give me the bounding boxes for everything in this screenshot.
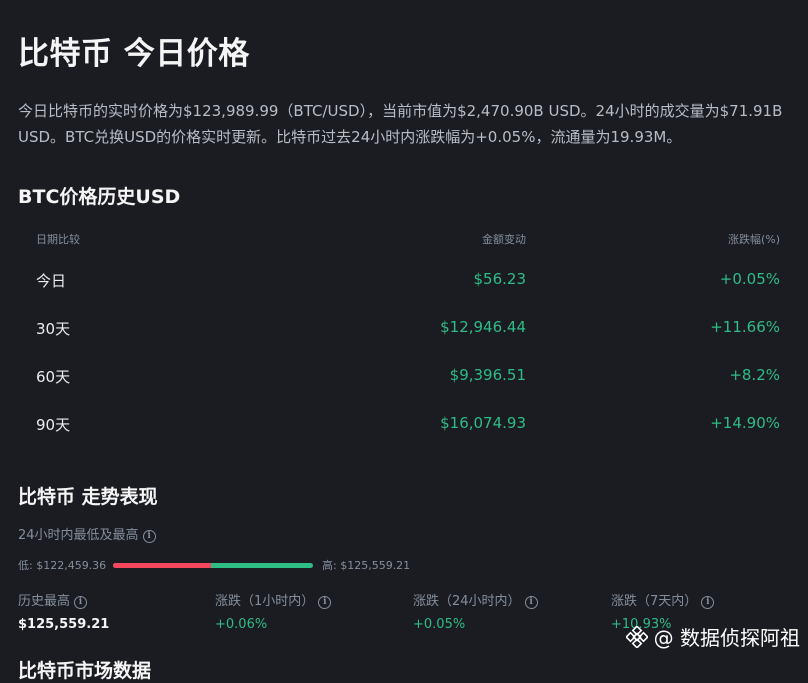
stat-label: 涨跌（7天内） i [611,590,715,609]
stat-all-time-high: 历史最高 i $125,559.21 [18,590,109,632]
row-period: 30天 [36,320,71,338]
stat-label-text: 涨跌（24小时内） [413,594,521,609]
info-icon[interactable]: i [524,596,538,609]
row-amount: $9,396.51 [449,366,526,384]
history-section-title: BTC价格历史USD [18,186,181,208]
stat-change-24h: 涨跌（24小时内） i +0.05% [413,590,538,632]
range-low: 低: $122,459.36 [18,559,107,572]
row-period: 今日 [36,272,67,290]
info-icon[interactable]: i [74,596,88,609]
row-amount: $12,946.44 [440,318,526,336]
market-data-section-title: 比特币市场数据 [18,660,152,682]
row-pct: +14.90% [710,414,780,432]
row-amount: $56.23 [473,270,527,288]
range-label: 24小时内最低及最高 i [18,524,156,543]
table-row: 90天 $16,074.93 +14.90% [36,414,780,436]
stat-label: 涨跌（24小时内） i [413,590,538,609]
table-row: 60天 $9,396.51 +8.2% [36,366,780,388]
row-period: 60天 [36,368,71,386]
stat-change-1h: 涨跌（1小时内） i +0.06% [215,590,332,632]
header-pct: 涨跌幅(%) [727,233,780,246]
page-title: 比特币 今日价格 [18,36,250,72]
watermark-text: @ 数据侦探阿祖 [653,626,800,650]
header-period: 日期比较 [36,233,80,246]
binance-logo-icon [624,624,649,649]
row-pct: +0.05% [719,270,780,288]
range-bar-fill [113,563,211,568]
stat-label-text: 历史最高 [18,594,71,609]
info-icon[interactable]: i [142,530,156,543]
stat-label-text: 涨跌（7天内） [611,594,698,609]
stat-value: +0.05% [413,617,466,632]
stat-value: $125,559.21 [18,617,110,632]
row-period: 90天 [36,416,71,434]
range-high: 高: $125,559.21 [322,559,411,572]
table-row: 今日 $56.23 +0.05% [36,270,780,292]
stat-value: +0.06% [215,617,268,632]
stat-label-text: 涨跌（1小时内） [215,594,315,609]
history-table-header: 日期比较 金额变动 涨跌幅(%) [36,231,780,247]
performance-section-title: 比特币 走势表现 [18,486,158,508]
stat-label: 历史最高 i [18,590,109,609]
table-row: 30天 $12,946.44 +11.66% [36,318,780,340]
info-icon[interactable]: i [701,596,715,609]
stat-label: 涨跌（1小时内） i [215,590,332,609]
range-label-text: 24小时内最低及最高 [18,528,139,543]
info-icon[interactable]: i [318,596,332,609]
watermark: @ 数据侦探阿祖 [624,622,800,651]
price-description: 今日比特币的实时价格为$123,989.99（BTC/USD），当前市值为$2,… [18,102,783,146]
row-pct: +8.2% [729,366,780,384]
row-pct: +11.66% [710,318,780,336]
row-amount: $16,074.93 [440,414,526,432]
range-bar [113,563,313,568]
header-amount: 金额变动 [482,233,526,246]
